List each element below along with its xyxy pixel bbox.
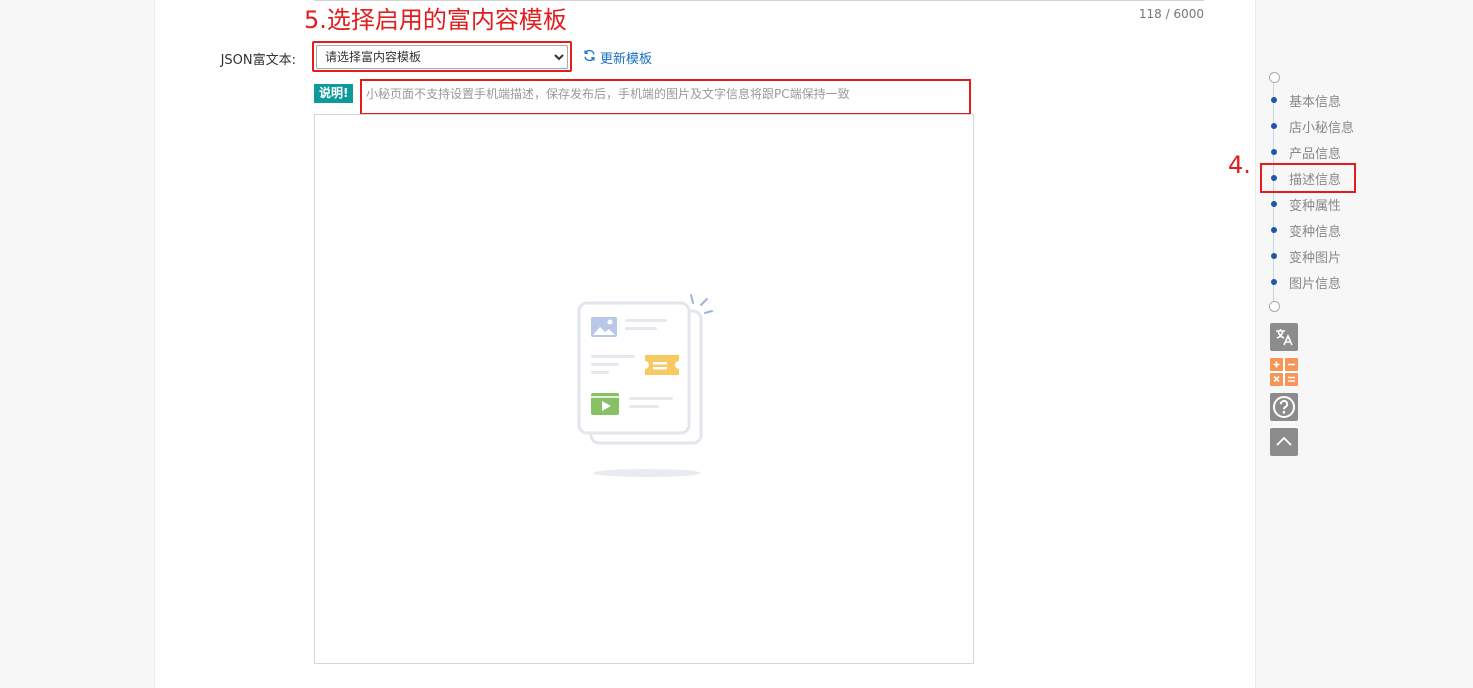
nav-item-image-info[interactable]: 图片信息 bbox=[1269, 273, 1342, 292]
character-counter: 118 / 6000 bbox=[1138, 7, 1204, 21]
nav-dot bbox=[1271, 253, 1277, 259]
nav-highlight-box bbox=[1260, 163, 1356, 193]
help-button[interactable] bbox=[1270, 393, 1298, 421]
back-to-top-button[interactable] bbox=[1270, 428, 1298, 456]
nav-dot bbox=[1271, 149, 1277, 155]
refresh-template-label: 更新模板 bbox=[600, 51, 653, 67]
nav-item-variant-info[interactable]: 变种信息 bbox=[1269, 221, 1342, 240]
note-badge: 说明! bbox=[314, 84, 354, 103]
nav-item-label: 产品信息 bbox=[1289, 146, 1342, 162]
nav-item-label: 基本信息 bbox=[1289, 94, 1342, 110]
note-text: 小秘页面不支持设置手机端描述，保存发布后，手机端的图片及文字信息将跟PC端保持一… bbox=[366, 87, 850, 101]
rich-content-editor[interactable] bbox=[314, 114, 974, 664]
annotation-step-5: 5.选择启用的富内容模板 bbox=[304, 6, 567, 34]
nav-item-product-info[interactable]: 产品信息 bbox=[1269, 143, 1342, 162]
calculator-icon bbox=[1270, 358, 1298, 386]
calculator-button[interactable] bbox=[1270, 358, 1298, 386]
nav-dot bbox=[1271, 279, 1277, 285]
nav-item-basic-info[interactable]: 基本信息 bbox=[1269, 91, 1342, 110]
nav-dot bbox=[1271, 97, 1277, 103]
nav-dot bbox=[1271, 123, 1277, 129]
translate-icon bbox=[1276, 329, 1293, 346]
nav-item-variant-images[interactable]: 变种图片 bbox=[1269, 247, 1342, 266]
chevron-up-icon bbox=[1276, 436, 1292, 446]
nav-start-marker bbox=[1269, 72, 1280, 83]
json-rich-text-label: JSON富文本: bbox=[220, 53, 296, 68]
nav-item-label: 变种属性 bbox=[1289, 198, 1342, 214]
nav-dot bbox=[1271, 227, 1277, 233]
nav-item-variant-attributes[interactable]: 变种属性 bbox=[1269, 195, 1342, 214]
nav-item-label: 图片信息 bbox=[1289, 276, 1342, 292]
rich-template-select[interactable]: 请选择富内容模板 bbox=[316, 45, 568, 69]
refresh-icon bbox=[583, 49, 596, 66]
nav-item-label: 变种信息 bbox=[1289, 224, 1342, 240]
page: 118 / 6000 5.选择启用的富内容模板 JSON富文本: 请选择富内容模… bbox=[0, 0, 1473, 688]
nav-item-label: 店小秘信息 bbox=[1289, 120, 1355, 136]
annotation-step-4: 4. bbox=[1228, 151, 1251, 179]
translate-button[interactable] bbox=[1270, 323, 1298, 351]
refresh-template-button[interactable]: 更新模板 bbox=[583, 48, 653, 67]
nav-dot bbox=[1271, 201, 1277, 207]
empty-document-illustration bbox=[577, 294, 713, 477]
nav-end-marker bbox=[1269, 301, 1280, 312]
nav-item-dianxiaomi-info[interactable]: 店小秘信息 bbox=[1269, 117, 1355, 136]
divider bbox=[314, 0, 1204, 1]
nav-item-label: 变种图片 bbox=[1289, 250, 1342, 266]
help-icon bbox=[1273, 396, 1295, 418]
